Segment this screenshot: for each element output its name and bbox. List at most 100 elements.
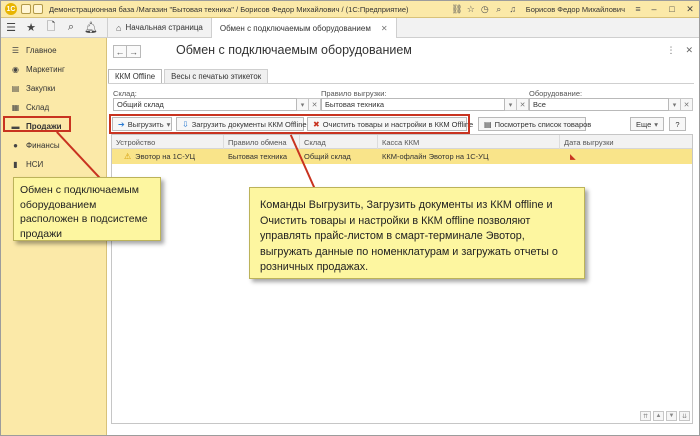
column-upload-date[interactable]: Дата выгрузки <box>560 135 692 149</box>
back-arrow-button[interactable]: ← <box>113 45 127 58</box>
sidebar-item-label: НСИ <box>26 160 44 169</box>
sidebar-item-label: Маркетинг <box>26 65 65 74</box>
view-goods-list-label: Посмотреть список товаров <box>494 119 592 129</box>
warehouse-clear-icon[interactable]: ✕ <box>309 98 321 111</box>
maximize-button[interactable]: □ <box>663 1 681 17</box>
sidebar-item-label: Склад <box>26 103 50 112</box>
scroll-down-icon[interactable]: ▼ <box>666 411 677 421</box>
help-button[interactable]: ? <box>669 117 686 131</box>
more-button-label: Еще <box>636 119 652 129</box>
scroll-bottom-icon[interactable]: ⇊ <box>679 411 690 421</box>
forward-icon[interactable] <box>33 4 43 14</box>
tab-kkm-offline[interactable]: ККМ Offline <box>108 69 163 83</box>
list-view-icon: ▤ <box>484 119 492 129</box>
history-icon[interactable]: ◷ <box>478 2 492 16</box>
minimize-button[interactable]: – <box>645 1 663 17</box>
sidebar-item-purchases[interactable]: ▤ Закупки <box>1 79 106 98</box>
form-header-actions: ⋮ ✕ <box>666 45 693 56</box>
link-icon[interactable]: ⛓ <box>450 2 464 16</box>
tab-home[interactable]: ⌂ Начальная страница <box>107 17 212 38</box>
sidebar-item-label: Главное <box>26 46 57 55</box>
notifications-icon[interactable]: 🔔︎ <box>81 18 101 38</box>
purchases-icon: ▤ <box>11 84 20 93</box>
menu-icon[interactable]: ≡ <box>631 2 645 16</box>
rule-dropdown-icon[interactable]: ▾ <box>505 98 517 111</box>
cell-rule: Бытовая техника <box>228 152 288 161</box>
sidebar-item-label: Финансы <box>26 141 60 150</box>
sidebar-item-main[interactable]: ☰ Главное <box>1 41 106 60</box>
warehouse-icon: ▦ <box>11 103 20 112</box>
search-icon[interactable]: ⌕ <box>492 2 506 16</box>
tab-divider <box>108 83 694 84</box>
app-window: 1С Демонстрационная база /Магазин "Бытов… <box>0 0 700 436</box>
more-button[interactable]: Еще ▾ <box>630 117 664 131</box>
title-bar: 1С Демонстрационная база /Магазин "Бытов… <box>1 1 699 18</box>
finance-icon: ● <box>13 141 18 150</box>
sidebar-item-marketing[interactable]: ◉ Маркетинг <box>1 60 106 79</box>
navigation-buttons: ← → <box>113 45 141 58</box>
search-panel-icon[interactable]: ⌕ <box>61 18 81 38</box>
favorites-icon[interactable]: ★ <box>21 18 41 38</box>
rule-label: Правило выгрузки: <box>321 89 387 98</box>
equipment-table[interactable]: Устройство Правило обмена Склад Касса КК… <box>111 134 693 424</box>
table-header: Устройство Правило обмена Склад Касса КК… <box>112 135 692 149</box>
bell-icon[interactable]: ♫ <box>506 2 520 16</box>
history-panel-icon[interactable]: 🗋 <box>41 18 61 38</box>
grid-scroll-controls: ⇈ ▲ ▼ ⇊ <box>640 411 690 421</box>
commands-callout: Команды Выгрузить, Загрузить документы и… <box>249 187 585 279</box>
warning-icon: ⚠ <box>124 152 132 161</box>
warehouse-dropdown-icon[interactable]: ▾ <box>297 98 309 111</box>
scroll-top-icon[interactable]: ⇈ <box>640 411 651 421</box>
page-title: Обмен с подключаемым оборудованием <box>176 43 412 57</box>
column-rule[interactable]: Правило обмена <box>224 135 300 149</box>
sales-highlight <box>3 116 71 132</box>
equipment-clear-icon[interactable]: ✕ <box>681 98 693 111</box>
cell-device-text: Эвотор на 1С-УЦ <box>135 152 196 161</box>
cell-register: ККМ-офлайн Эвотор на 1С-УЦ <box>382 152 489 161</box>
tab-home-label: Начальная страница <box>125 23 203 32</box>
equipment-field[interactable]: Все <box>529 98 669 111</box>
upload-status-icon: ◣ <box>570 152 576 161</box>
quick-access-toolbar <box>21 4 43 14</box>
forward-arrow-button[interactable]: → <box>127 45 141 58</box>
form-tabs: ККМ Offline Весы с печатью этикеток <box>108 69 270 83</box>
rule-clear-icon[interactable]: ✕ <box>517 98 529 111</box>
cell-device: ⚠ Эвотор на 1С-УЦ <box>120 149 195 164</box>
user-name[interactable]: Борисов Федор Михайлович <box>526 5 625 14</box>
column-warehouse[interactable]: Склад <box>300 135 378 149</box>
sidebar-item-finance[interactable]: ● Финансы <box>1 136 106 155</box>
close-form-icon[interactable]: ✕ <box>685 45 693 56</box>
sidebar-item-reference[interactable]: ▮ НСИ <box>1 155 106 174</box>
scroll-up-icon[interactable]: ▲ <box>653 411 664 421</box>
close-tab-icon[interactable]: ✕ <box>381 24 388 33</box>
column-device[interactable]: Устройство <box>112 135 224 149</box>
column-register[interactable]: Касса ККМ <box>378 135 560 149</box>
window-title: Демонстрационная база /Магазин "Бытовая … <box>49 4 409 14</box>
marketing-icon: ◉ <box>12 65 19 74</box>
tab-equipment-exchange-label: Обмен с подключаемым оборудованием <box>219 23 371 33</box>
star-icon[interactable]: ☆ <box>464 2 478 16</box>
sidebar-item-warehouse[interactable]: ▦ Склад <box>1 98 106 117</box>
tab-label-scales[interactable]: Весы с печатью этикеток <box>164 69 269 83</box>
rule-field[interactable]: Бытовая техника <box>321 98 505 111</box>
sidebar-item-label: Закупки <box>26 84 56 93</box>
back-icon[interactable] <box>21 4 31 14</box>
tab-bar: ☰ ★ 🗋 ⌕ 🔔︎ ⌂ Начальная страница Обмен с … <box>1 17 699 39</box>
list-icon: ☰ <box>11 46 20 55</box>
chevron-down-icon: ▾ <box>654 119 659 129</box>
close-button[interactable]: ✕ <box>681 1 699 17</box>
equipment-dropdown-icon[interactable]: ▾ <box>669 98 681 111</box>
cell-warehouse: Общий склад <box>304 152 351 161</box>
home-icon: ⌂ <box>116 22 122 33</box>
warehouse-field[interactable]: Общий склад <box>113 98 297 111</box>
sales-callout: Обмен с подключаемым оборудованием распо… <box>13 177 161 241</box>
more-actions-icon[interactable]: ⋮ <box>666 45 675 56</box>
commands-highlight <box>109 114 470 134</box>
reference-icon: ▮ <box>13 160 18 169</box>
view-goods-list-button[interactable]: ▤ Посмотреть список товаров <box>478 117 591 131</box>
equipment-label: Оборудование: <box>529 89 583 98</box>
1c-logo-icon: 1С <box>5 3 17 15</box>
tab-equipment-exchange[interactable]: Обмен с подключаемым оборудованием ✕ <box>211 17 397 39</box>
sections-menu-icon[interactable]: ☰ <box>1 18 21 38</box>
warehouse-label: Склад: <box>113 89 137 98</box>
